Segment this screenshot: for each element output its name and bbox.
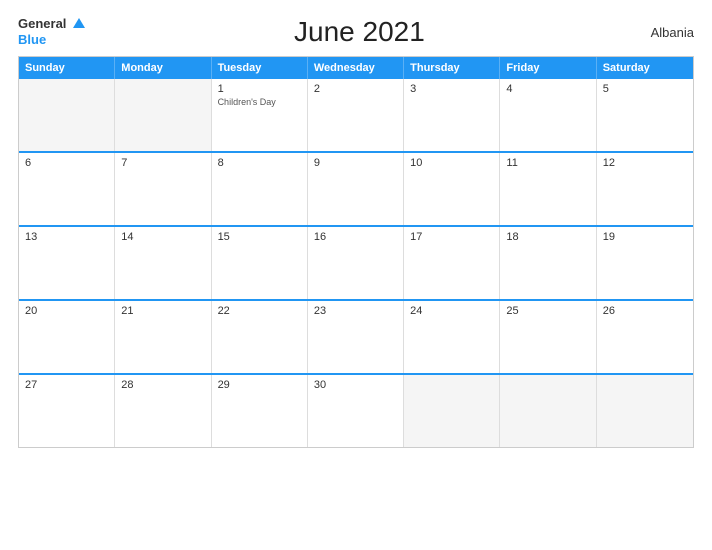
day-cell: 5 xyxy=(597,79,693,151)
calendar-title: June 2021 xyxy=(85,16,634,48)
day-cell: 10 xyxy=(404,153,500,225)
day-cell: 8 xyxy=(212,153,308,225)
day-cell xyxy=(19,79,115,151)
day-number: 26 xyxy=(603,305,687,317)
day-cell: 11 xyxy=(500,153,596,225)
logo-triangle-icon xyxy=(73,18,85,28)
day-header-monday: Monday xyxy=(115,57,211,79)
day-number: 17 xyxy=(410,231,493,243)
day-number: 7 xyxy=(121,157,204,169)
day-number: 22 xyxy=(218,305,301,317)
day-number: 14 xyxy=(121,231,204,243)
day-number: 28 xyxy=(121,379,204,391)
day-cell: 25 xyxy=(500,301,596,373)
day-number: 5 xyxy=(603,83,687,95)
day-number: 12 xyxy=(603,157,687,169)
day-cell xyxy=(115,79,211,151)
day-number: 3 xyxy=(410,83,493,95)
day-cell: 28 xyxy=(115,375,211,447)
logo-general-text: General xyxy=(18,16,66,31)
page: General Blue June 2021 Albania Sunday Mo… xyxy=(0,0,712,550)
weeks-container: 1Children's Day2345678910111213141516171… xyxy=(19,79,693,447)
week-row-4: 20 21 22 23 24 25 26 xyxy=(19,299,693,373)
logo-blue-text: Blue xyxy=(18,32,46,47)
week-row-2: 6 7 8 9 10 11 12 xyxy=(19,151,693,225)
day-cell: 12 xyxy=(597,153,693,225)
day-number: 18 xyxy=(506,231,589,243)
day-number: 16 xyxy=(314,231,397,243)
week-row-5: 27 28 29 30 xyxy=(19,373,693,447)
day-cell: 14 xyxy=(115,227,211,299)
day-header-sunday: Sunday xyxy=(19,57,115,79)
day-cell: 6 xyxy=(19,153,115,225)
day-number: 10 xyxy=(410,157,493,169)
day-number: 19 xyxy=(603,231,687,243)
day-cell: 24 xyxy=(404,301,500,373)
day-cell: 9 xyxy=(308,153,404,225)
day-cell: 27 xyxy=(19,375,115,447)
day-cell: 29 xyxy=(212,375,308,447)
day-cell: 4 xyxy=(500,79,596,151)
day-number: 13 xyxy=(25,231,108,243)
day-cell: 21 xyxy=(115,301,211,373)
day-header-tuesday: Tuesday xyxy=(212,57,308,79)
day-number: 20 xyxy=(25,305,108,317)
day-cell xyxy=(500,375,596,447)
logo-top: General xyxy=(18,16,85,32)
day-cell: 22 xyxy=(212,301,308,373)
day-cell: 26 xyxy=(597,301,693,373)
country-label: Albania xyxy=(634,25,694,40)
week-row-1: 1 Children's Day 2 3 4 5 xyxy=(19,79,693,151)
day-number: 21 xyxy=(121,305,204,317)
day-cell: 30 xyxy=(308,375,404,447)
day-number: 4 xyxy=(506,83,589,95)
day-header-saturday: Saturday xyxy=(597,57,693,79)
logo-bottom: Blue xyxy=(18,32,46,48)
day-headers-row: Sunday Monday Tuesday Wednesday Thursday… xyxy=(19,57,693,79)
day-number: 23 xyxy=(314,305,397,317)
day-event: Children's Day xyxy=(218,97,301,107)
week-row-3: 13 14 15 16 17 18 19 xyxy=(19,225,693,299)
day-cell xyxy=(404,375,500,447)
day-number: 1 xyxy=(218,83,301,95)
day-number: 8 xyxy=(218,157,301,169)
logo: General Blue xyxy=(18,16,85,48)
day-cell: 20 xyxy=(19,301,115,373)
day-number: 2 xyxy=(314,83,397,95)
day-cell: 1 Children's Day xyxy=(212,79,308,151)
day-header-wednesday: Wednesday xyxy=(308,57,404,79)
day-cell: 15 xyxy=(212,227,308,299)
day-cell: 16 xyxy=(308,227,404,299)
header: General Blue June 2021 Albania xyxy=(18,16,694,48)
day-cell: 19 xyxy=(597,227,693,299)
day-cell: 18 xyxy=(500,227,596,299)
day-number: 30 xyxy=(314,379,397,391)
day-header-friday: Friday xyxy=(500,57,596,79)
day-number: 29 xyxy=(218,379,301,391)
day-number: 11 xyxy=(506,157,589,169)
day-number: 6 xyxy=(25,157,108,169)
calendar: Sunday Monday Tuesday Wednesday Thursday… xyxy=(18,56,694,448)
day-number: 24 xyxy=(410,305,493,317)
day-cell: 23 xyxy=(308,301,404,373)
day-cell: 7 xyxy=(115,153,211,225)
day-cell: 17 xyxy=(404,227,500,299)
day-header-thursday: Thursday xyxy=(404,57,500,79)
day-number: 9 xyxy=(314,157,397,169)
day-cell: 13 xyxy=(19,227,115,299)
day-cell: 2 xyxy=(308,79,404,151)
day-cell xyxy=(597,375,693,447)
day-number: 25 xyxy=(506,305,589,317)
day-cell: 3 xyxy=(404,79,500,151)
day-number: 27 xyxy=(25,379,108,391)
day-number: 15 xyxy=(218,231,301,243)
